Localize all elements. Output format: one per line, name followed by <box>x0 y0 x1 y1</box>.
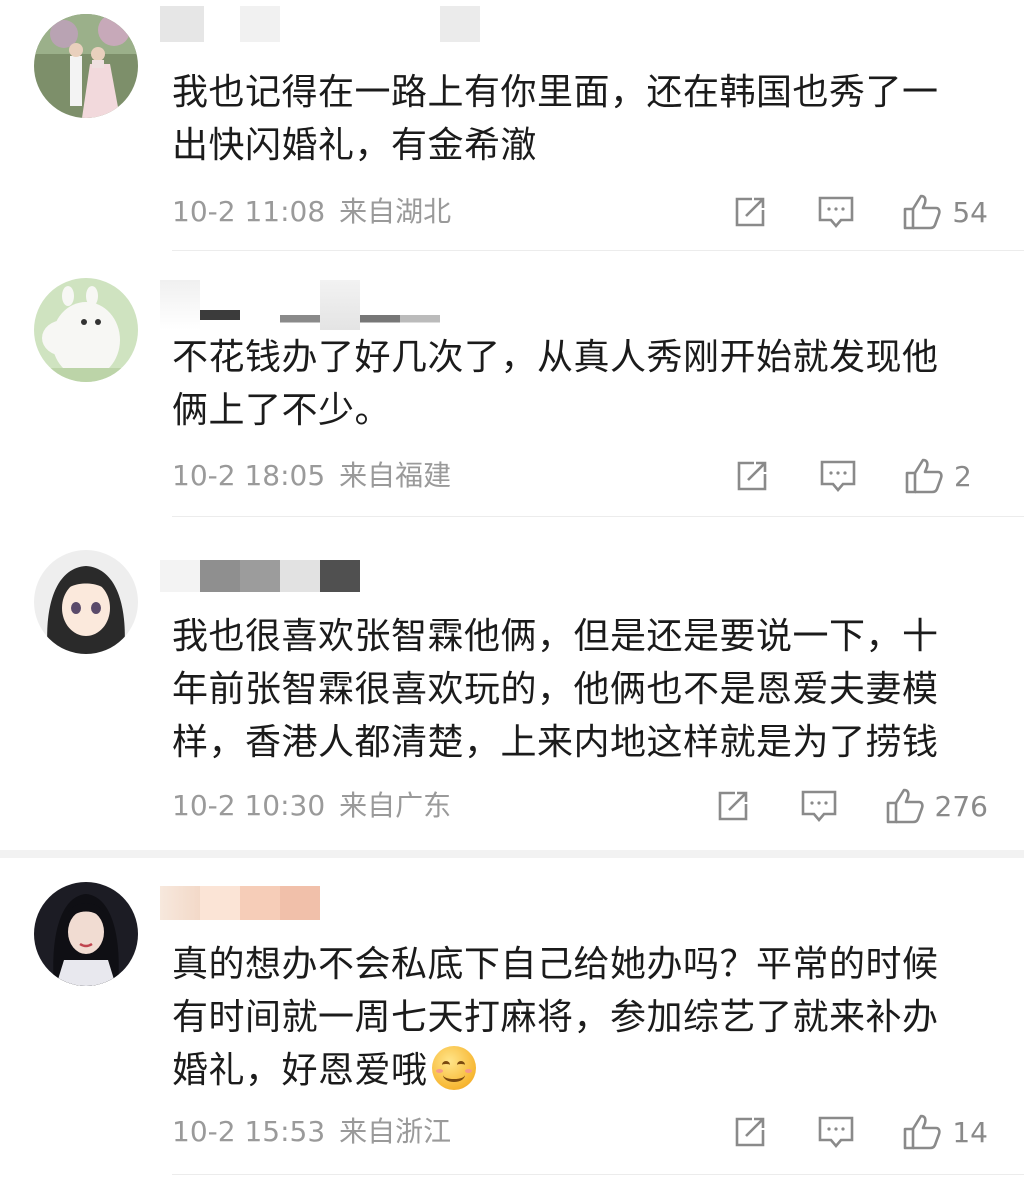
like-button[interactable]: 14 <box>902 1113 988 1151</box>
comment-time: 10-2 18:05 <box>172 459 326 492</box>
like-icon <box>904 1114 942 1150</box>
comment-time: 10-2 15:53 <box>172 1115 326 1148</box>
repost-icon <box>736 197 765 227</box>
comment-text: 真的想办不会私底下自己给她办吗？平常的时候有时间就一周七天打麻将，参加综艺了就来… <box>172 938 972 1097</box>
couple-wedding-avatar-icon <box>34 14 138 118</box>
like-button[interactable]: 54 <box>902 193 988 231</box>
comment-icon <box>801 790 836 823</box>
like-button[interactable]: 2 <box>904 457 988 495</box>
anime-girl-avatar-icon <box>34 550 138 654</box>
comment-text: 我也记得在一路上有你里面，还在韩国也秀了一出快闪婚礼，有金希澈 <box>172 72 939 166</box>
repost-icon <box>736 1117 765 1147</box>
comment-time: 10-2 11:08 <box>172 195 326 228</box>
comment-meta: 10-2 11:08 来自湖北 <box>172 194 451 230</box>
comment-icon <box>819 1116 854 1149</box>
like-count: 14 <box>952 1115 988 1149</box>
moomin-avatar-icon <box>34 278 138 382</box>
reply-button[interactable] <box>799 788 839 824</box>
comment-location: 来自福建 <box>339 459 452 492</box>
username-blurred[interactable] <box>160 560 360 592</box>
comment-icon <box>819 196 854 229</box>
like-button[interactable]: 276 <box>885 787 988 825</box>
like-icon <box>886 788 924 824</box>
like-count: 54 <box>952 195 988 229</box>
repost-button[interactable] <box>732 458 772 494</box>
comment-meta: 10-2 18:05 来自福建 <box>172 458 451 494</box>
like-icon <box>904 194 942 230</box>
comment-actions: 14 <box>730 1112 988 1152</box>
username-blurred[interactable] <box>160 280 490 330</box>
comment-item: 我也很喜欢张智霖他俩，但是还是要说一下，十年前张智霖很喜欢玩的，他俩也不是恩爱夫… <box>0 518 1024 848</box>
like-icon <box>905 458 943 494</box>
divider <box>172 1174 1024 1175</box>
username-blurred[interactable] <box>160 6 480 42</box>
comment-meta: 10-2 15:53 来自浙江 <box>172 1114 451 1150</box>
comment-item: 不花钱办了好几次了，从真人秀刚开始就发现他俩上了不少。 10-2 18:05 来自… <box>0 252 1024 518</box>
smile-emoji-icon <box>431 1046 476 1090</box>
like-count: 276 <box>934 789 988 823</box>
comment-meta: 10-2 10:30 来自广东 <box>172 788 451 824</box>
reply-button[interactable] <box>818 458 858 494</box>
avatar[interactable] <box>34 278 138 382</box>
avatar[interactable] <box>34 550 138 654</box>
repost-icon <box>737 461 767 491</box>
comment-item: 我也记得在一路上有你里面，还在韩国也秀了一出快闪婚礼，有金希澈 10-2 11:… <box>0 0 1024 251</box>
reply-button[interactable] <box>816 1114 856 1150</box>
avatar[interactable] <box>34 882 138 986</box>
repost-icon <box>718 791 747 821</box>
dark-hair-girl-avatar-icon <box>34 882 138 986</box>
reply-button[interactable] <box>816 194 856 230</box>
comment-text: 我也很喜欢张智霖他俩，但是还是要说一下，十年前张智霖很喜欢玩的，他俩也不是恩爱夫… <box>172 616 939 763</box>
comment-icon <box>820 460 856 493</box>
comment-item: 真的想办不会私底下自己给她办吗？平常的时候有时间就一周七天打麻将，参加综艺了就来… <box>0 858 1024 1180</box>
comment-text: 不花钱办了好几次了，从真人秀刚开始就发现他俩上了不少。 <box>172 337 939 431</box>
comment-actions: 54 <box>730 192 988 232</box>
comment-time: 10-2 10:30 <box>172 789 326 822</box>
comment-location: 来自广东 <box>339 789 452 822</box>
comment-location: 来自湖北 <box>339 195 452 228</box>
comment-actions: 2 <box>732 456 988 496</box>
divider <box>172 250 1024 251</box>
username-blurred[interactable] <box>160 886 320 920</box>
avatar[interactable] <box>34 14 138 118</box>
like-count: 2 <box>954 459 972 493</box>
comment-text-body: 真的想办不会私底下自己给她办吗？平常的时候有时间就一周七天打麻将，参加综艺了就来… <box>172 944 939 1091</box>
section-divider <box>0 850 1024 858</box>
repost-button[interactable] <box>713 788 753 824</box>
divider <box>172 516 1024 517</box>
repost-button[interactable] <box>730 194 770 230</box>
repost-button[interactable] <box>730 1114 770 1150</box>
comment-location: 来自浙江 <box>339 1115 452 1148</box>
comment-actions: 276 <box>713 786 988 826</box>
